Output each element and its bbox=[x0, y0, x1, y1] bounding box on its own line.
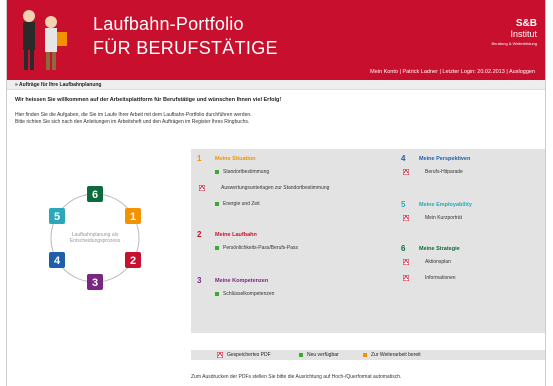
task-item-label: Schlüsselkompetenzen bbox=[223, 291, 275, 297]
task-item-label: Berufs-Hitparade bbox=[425, 169, 463, 176]
section-title: Meine Employability bbox=[419, 202, 472, 208]
my-account-link[interactable]: Mein Konto bbox=[370, 69, 398, 75]
cycle-center-line2: Entscheidungsprozess bbox=[70, 238, 121, 244]
section-number: 2 bbox=[197, 230, 202, 239]
breadcrumb: » Aufträge für Ihre Laufbahnplanung bbox=[7, 80, 545, 90]
cycle-step-number: 6 bbox=[92, 189, 98, 201]
task-item[interactable]: Auswertungsunterlagen zur Standortbestim… bbox=[199, 185, 329, 191]
intro-line: Bitte richten Sie sich nach den Anleitun… bbox=[15, 118, 250, 125]
task-item-label: Aktionsplan bbox=[425, 259, 451, 266]
pdf-icon bbox=[403, 215, 409, 221]
task-item-label: Standortbestimmung bbox=[223, 169, 270, 175]
task-item[interactable]: Mein Kurzporträt bbox=[403, 215, 462, 221]
task-item[interactable]: Informationen bbox=[403, 275, 456, 281]
task-item[interactable]: Aktionsplan bbox=[403, 259, 451, 265]
section-number: 5 bbox=[401, 200, 406, 209]
task-item[interactable]: Berufs-Hitparade bbox=[403, 169, 463, 175]
task-item[interactable]: Persönlichkeits-Pass/Berufs-Pass bbox=[215, 245, 298, 251]
cycle-step-number: 5 bbox=[54, 211, 60, 223]
tasks-panel: 1 Meine Situation Standortbestimmung Auswer… bbox=[191, 149, 545, 333]
orange-square-icon bbox=[363, 352, 367, 357]
green-square-icon bbox=[299, 352, 303, 357]
legend-ready: Zur Weiterarbeit bereit bbox=[363, 350, 421, 360]
legend-new-label: Neu verfügbar bbox=[307, 352, 339, 358]
last-login: Letzter Login: 20.02.2013 bbox=[442, 69, 505, 75]
pdf-icon bbox=[403, 169, 409, 175]
task-item-label: Energie und Zeit bbox=[223, 201, 260, 207]
brand-institute: Institut bbox=[510, 29, 537, 39]
logout-link[interactable]: Ausloggen bbox=[509, 69, 535, 75]
section-title: Meine Situation bbox=[215, 156, 256, 162]
institute-logo: S&B Institut Beratung & Weiterbildung bbox=[491, 6, 537, 56]
green-square-icon bbox=[215, 201, 219, 206]
cycle-step-number: 3 bbox=[92, 277, 98, 289]
intro-line: Hier finden Sie die Aufgaben, die Sie im… bbox=[15, 112, 252, 118]
process-cycle-diagram: Laufbahnplanung als Entscheidungsprozess… bbox=[49, 186, 141, 290]
cycle-step-number: 1 bbox=[130, 211, 136, 223]
welcome-heading: Wir heissen Sie willkommen auf der Arbei… bbox=[15, 97, 282, 103]
task-item[interactable]: Schlüsselkompetenzen bbox=[215, 291, 274, 297]
task-item[interactable]: Energie und Zeit bbox=[215, 201, 260, 207]
section-number: 1 bbox=[197, 154, 202, 163]
task-item[interactable]: Standortbestimmung bbox=[215, 169, 269, 175]
task-item-label: Mein Kurzporträt bbox=[425, 215, 462, 222]
app-title-line1: Laufbahn-Portfolio bbox=[93, 14, 244, 34]
section-number: 6 bbox=[401, 244, 406, 253]
app-title-line2: FÜR BERUFSTÄTIGE bbox=[93, 38, 278, 58]
pdf-icon bbox=[403, 275, 409, 281]
legend-new: Neu verfügbar bbox=[299, 350, 339, 360]
task-item-label: Informationen bbox=[425, 275, 456, 282]
cycle-step-number: 4 bbox=[54, 255, 61, 267]
figures-logo-icon bbox=[23, 10, 67, 70]
legend-ready-label: Zur Weiterarbeit bereit bbox=[371, 352, 421, 358]
user-nav: Mein Konto | Patrick Ladner | Letzter Lo… bbox=[370, 69, 535, 75]
pdf-icon bbox=[199, 185, 205, 191]
page-frame: Laufbahn-Portfolio FÜR BERUFSTÄTIGE S&B … bbox=[6, 0, 546, 386]
pdf-icon bbox=[217, 351, 223, 358]
section-title: Meine Strategie bbox=[419, 246, 460, 252]
brand-name: S&B bbox=[515, 18, 537, 29]
section-title: Meine Perspektiven bbox=[419, 156, 471, 162]
section-title: Meine Laufbahn bbox=[215, 232, 257, 238]
cycle-step-number: 2 bbox=[130, 255, 136, 267]
task-item-label: Auswertungsunterlagen zur Standortbestim… bbox=[221, 185, 330, 192]
legend-bar: Gespeichertes PDF Neu verfügbar Zur Weit… bbox=[191, 350, 545, 360]
intro-text: Hier finden Sie die Aufgaben, die Sie im… bbox=[15, 112, 252, 125]
pdf-icon bbox=[403, 259, 409, 265]
legend-pdf: Gespeichertes PDF bbox=[217, 350, 271, 360]
green-square-icon bbox=[215, 245, 219, 250]
user-name[interactable]: Patrick Ladner bbox=[402, 69, 437, 75]
section-number: 4 bbox=[401, 154, 406, 163]
green-square-icon bbox=[215, 169, 219, 174]
green-square-icon bbox=[215, 291, 219, 296]
section-number: 3 bbox=[197, 276, 202, 285]
task-item-label: Persönlichkeits-Pass/Berufs-Pass bbox=[223, 245, 299, 251]
footer-note: Zum Ausdrucken der PDFs stellen Sie bitt… bbox=[191, 374, 402, 380]
brand-tagline: Beratung & Weiterbildung bbox=[491, 41, 537, 46]
legend-pdf-label: Gespeichertes PDF bbox=[227, 352, 271, 358]
header-banner: Laufbahn-Portfolio FÜR BERUFSTÄTIGE S&B … bbox=[7, 0, 545, 80]
section-title: Meine Kompetenzen bbox=[215, 278, 269, 284]
